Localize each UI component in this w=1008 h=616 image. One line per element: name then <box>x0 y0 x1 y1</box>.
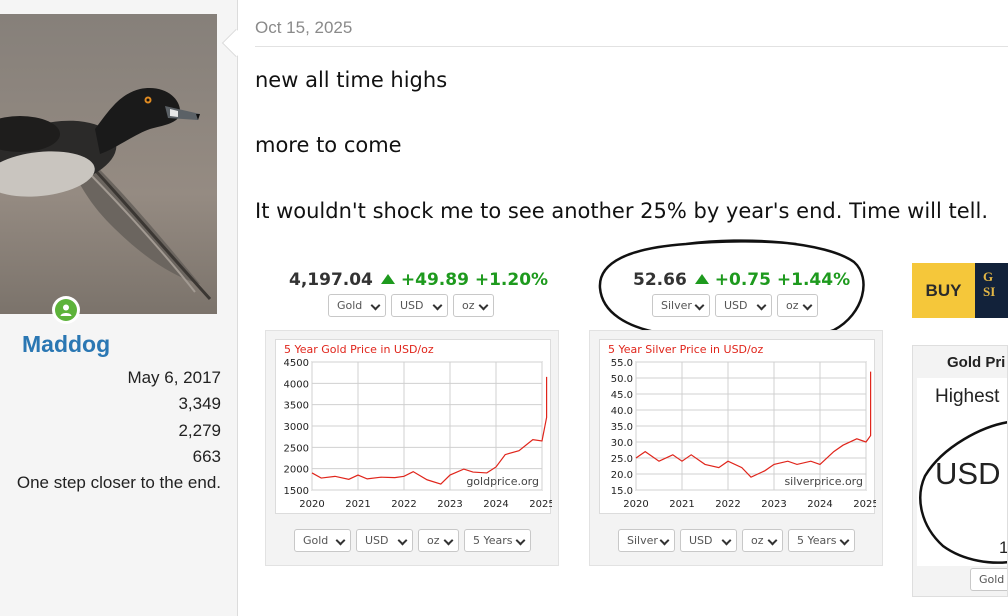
joined-date: May 6, 2017 <box>127 368 221 387</box>
silver-chart-currency-select[interactable]: USD <box>680 529 737 552</box>
username-link[interactable]: Maddog <box>22 331 110 358</box>
gold-chart-svg: 1500 2000 2500 3000 3500 4000 4500 2020 2021 2022… <box>284 358 552 510</box>
gold-watermark: goldprice.org <box>466 475 539 488</box>
silver-ytick-label: 30.0 <box>611 438 633 449</box>
silver-xtick-label: 2022 <box>715 499 740 510</box>
message-count: 3,349 <box>178 394 221 413</box>
user-signature: One step closer to the end. <box>16 473 221 492</box>
silver-chart-metal-select[interactable]: Silver <box>618 529 675 552</box>
gold-xtick-label: 2024 <box>483 499 508 510</box>
avatar[interactable] <box>0 14 217 314</box>
gold-xtick-label: 2020 <box>299 499 324 510</box>
silver-chart-svg: 15.0 20.0 25.0 30.0 35.0 40.0 45.0 50.0 55.0 2020… <box>611 358 876 510</box>
gold-price-header: 4,197.04 +49.89 +1.20% <box>289 270 548 290</box>
gold-ytick-label: 4000 <box>284 379 309 390</box>
online-status-badge <box>52 296 80 324</box>
gold-price-widget-title: Gold Pri <box>947 354 1006 371</box>
chevron-down-icon <box>432 300 443 311</box>
silver-xtick-label: 2023 <box>761 499 786 510</box>
chevron-down-icon <box>515 535 526 546</box>
silver-xtick-label: 2021 <box>669 499 694 510</box>
gold-ytick-label: 1500 <box>284 486 309 497</box>
gold-ytick-label: 4500 <box>284 358 309 369</box>
chevron-down-icon <box>443 535 454 546</box>
silver-ytick-label: 40.0 <box>611 406 633 417</box>
silver-xtick-label: 2025 <box>853 499 876 510</box>
gold-currency-select[interactable]: USD <box>391 294 448 317</box>
silver-chart-range-select[interactable]: 5 Years <box>788 529 855 552</box>
chevron-down-icon <box>370 300 381 311</box>
post-date[interactable]: Oct 15, 2025 <box>255 18 352 38</box>
gold-chart-panel: 5 Year Gold Price in USD/oz 1500 2000 2500… <box>265 330 559 566</box>
gold-xtick-label: 2021 <box>345 499 370 510</box>
forum-post-page: Maddog May 6, 2017 3,349 2,279 663 One s… <box>0 0 1008 616</box>
gold-price: 4,197.04 <box>289 270 373 290</box>
user-info-pane: Maddog May 6, 2017 3,349 2,279 663 One s… <box>0 0 238 616</box>
gold-ytick-label: 3500 <box>284 401 309 412</box>
silver-ytick-label: 15.0 <box>611 486 633 497</box>
post-line-2: more to come <box>255 133 402 157</box>
gold-chart-unit-select[interactable]: oz <box>418 529 459 552</box>
gold-xtick-label: 2023 <box>437 499 462 510</box>
buy-label: BUY <box>912 263 975 318</box>
post-line-1: new all time highs <box>255 68 448 92</box>
gold-ytick-label: 2500 <box>284 443 309 454</box>
chevron-down-icon <box>767 535 778 546</box>
post-line-3: It wouldn't shock me to see another 25% … <box>255 199 988 223</box>
reaction-score: 2,279 <box>178 421 221 440</box>
duck-image <box>0 14 217 314</box>
chevron-down-icon <box>478 300 489 311</box>
chevron-down-icon <box>659 535 670 546</box>
silver-watermark: silverprice.org <box>784 475 863 488</box>
silver-ytick-label: 25.0 <box>611 454 633 465</box>
gold-chart-range-select[interactable]: 5 Years <box>464 529 531 552</box>
chevron-down-icon <box>397 535 408 546</box>
hand-drawn-circle-right <box>919 421 1007 564</box>
gold-metal-select[interactable]: Gold <box>328 294 386 317</box>
gold-xtick-label: 2025 <box>529 499 552 510</box>
divider <box>255 46 1008 47</box>
gold-chart-metal-select[interactable]: Gold <box>294 529 351 552</box>
user-icon <box>60 304 72 316</box>
buy-gold-silver-banner[interactable]: BUY G SI <box>912 263 1008 318</box>
brand-text: G SI <box>975 263 1008 318</box>
gold-change-percent: +1.20% <box>474 270 549 290</box>
gold-xtick-label: 2022 <box>391 499 416 510</box>
silver-chart-unit-select[interactable]: oz <box>742 529 783 552</box>
gold-price-widget: Gold Pri Highest USD 1 Gold <box>912 345 1008 597</box>
silver-ytick-label: 55.0 <box>611 358 633 369</box>
silver-xtick-label: 2020 <box>623 499 648 510</box>
silver-chart: 5 Year Silver Price in USD/oz 15.0 20.0 25… <box>599 339 876 514</box>
chevron-down-icon <box>721 535 732 546</box>
silver-ytick-label: 45.0 <box>611 390 633 401</box>
silver-ytick-label: 50.0 <box>611 374 633 385</box>
gold-chart: 5 Year Gold Price in USD/oz 1500 2000 2500… <box>275 339 552 514</box>
gold-unit-select[interactable]: oz <box>453 294 494 317</box>
gold-change: +49.89 <box>400 270 469 290</box>
gold-widget-select[interactable]: Gold <box>970 568 1007 591</box>
gold-ytick-label: 2000 <box>284 465 309 476</box>
up-arrow-icon <box>380 274 395 284</box>
silver-chart-panel: 5 Year Silver Price in USD/oz 15.0 20.0 25… <box>589 330 883 566</box>
silver-ytick-label: 20.0 <box>611 470 633 481</box>
silver-xtick-label: 2024 <box>807 499 832 510</box>
highest-label: Highest <box>935 386 1000 407</box>
gold-chart-currency-select[interactable]: USD <box>356 529 413 552</box>
chevron-down-icon <box>839 535 850 546</box>
silver-ytick-label: 35.0 <box>611 422 633 433</box>
gold-ytick-label: 3000 <box>284 422 309 433</box>
points-count: 663 <box>192 447 221 466</box>
chevron-down-icon <box>335 535 346 546</box>
